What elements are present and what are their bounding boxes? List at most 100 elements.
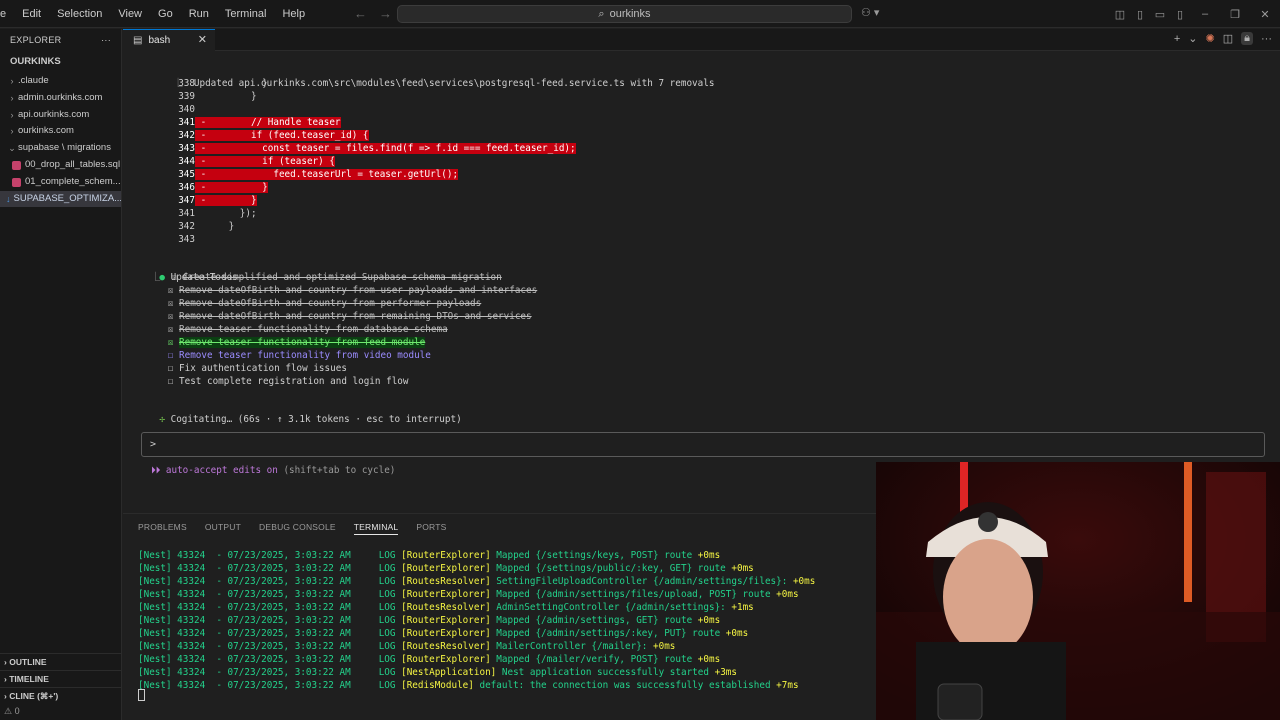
- menu-item[interactable]: View: [110, 0, 150, 28]
- timeline-label: TIMELINE: [9, 674, 49, 684]
- checkbox-empty-icon: ☐: [167, 376, 179, 387]
- outline-label: OUTLINE: [9, 657, 47, 667]
- panel-tab[interactable]: OUTPUT: [205, 522, 241, 535]
- code-line: 341 });: [123, 207, 1263, 220]
- tree-item[interactable]: › .claude: [0, 73, 121, 90]
- split-editor-icon[interactable]: ◫: [1223, 32, 1233, 45]
- panel-tab[interactable]: PORTS: [416, 522, 446, 535]
- new-terminal-icon[interactable]: +: [1174, 33, 1180, 45]
- log-prefix: [Nest] 43324 - 07/23/2025, 3:03:22 AM: [138, 550, 351, 561]
- log-line: [Nest] 43324 - 07/23/2025, 3:03:22 AM LO…: [138, 653, 898, 666]
- forward-arrow-icon[interactable]: →: [379, 6, 392, 21]
- code-text: }: [217, 78, 268, 89]
- todo-indent: [151, 350, 168, 361]
- log-line: [Nest] 43324 - 07/23/2025, 3:03:22 AM LO…: [138, 562, 898, 575]
- menu-item[interactable]: e: [0, 0, 14, 28]
- lock-icon[interactable]: 🔒︎: [1241, 32, 1253, 45]
- tree-item-label: SUPABASE_OPTIMIZA...: [13, 192, 122, 204]
- history-nav: ← →: [354, 6, 392, 21]
- sql-file-icon: [12, 160, 21, 170]
- tree-item[interactable]: › ourkinks.com: [0, 123, 121, 140]
- todo-item: ☐ Test complete registration and login f…: [151, 375, 1280, 388]
- menu-item[interactable]: Selection: [49, 0, 110, 28]
- copilot-icon[interactable]: ⚇ ▾: [861, 6, 879, 19]
- prompt-input[interactable]: >: [141, 432, 1265, 457]
- log-timing: +0ms: [697, 550, 721, 561]
- file-tree: › .claude › admin.ourkinks.com › api.ourkinks…: [0, 73, 122, 208]
- more-icon[interactable]: ···: [1261, 33, 1272, 45]
- command-center-search[interactable]: ⌕ ourkinks: [397, 5, 852, 23]
- tree-item[interactable]: ⌄ supabase \ migrations: [0, 140, 121, 157]
- log-context: [RouterExplorer]: [401, 589, 491, 600]
- chevron-right-icon: ›: [10, 109, 14, 120]
- outline-section[interactable]: › OUTLINE: [0, 653, 122, 670]
- tree-item-label: .claude: [18, 75, 49, 86]
- menu-item[interactable]: Terminal: [217, 0, 275, 28]
- code-text: }: [217, 182, 268, 193]
- todo-item: ☒ Remove teaser functionality from datab…: [151, 323, 1280, 336]
- log-level: LOG: [378, 615, 396, 626]
- todo-item: ☒ Remove dateOfBirth and country from re…: [151, 310, 1280, 323]
- timeline-section[interactable]: › TIMELINE: [0, 670, 122, 687]
- log-timing: +1ms: [731, 602, 754, 613]
- minimize-button[interactable]: –: [1190, 8, 1220, 20]
- explorer-title: EXPLORER: [10, 35, 62, 45]
- tree-item[interactable]: 01_complete_schem...: [0, 174, 121, 191]
- restore-button[interactable]: ❐: [1220, 8, 1250, 21]
- chevron-right-icon: ›: [10, 92, 14, 103]
- toggle-secondary-sidebar-icon[interactable]: ▯: [1170, 8, 1190, 21]
- auto-accept-text: ⏵⏵ auto-accept edits on: [151, 465, 278, 476]
- log-context: [RedisModule]: [401, 680, 474, 691]
- tree-item[interactable]: › api.ourkinks.com: [0, 107, 121, 124]
- log-line: [Nest] 43324 - 07/23/2025, 3:03:22 AM LO…: [138, 666, 898, 679]
- code-line: 345 - feed.teaserUrl = teaser.getUrl();: [123, 168, 1263, 181]
- todo-indent: ⎿: [151, 272, 172, 283]
- log-message: Mapped {/settings/keys, POST} route: [496, 550, 693, 561]
- log-line: [Nest] 43324 - 07/23/2025, 3:03:22 AM LO…: [138, 588, 898, 601]
- menu-item[interactable]: Help: [274, 0, 313, 28]
- log-message: Nest application successfully started: [501, 667, 709, 678]
- menu-item[interactable]: Edit: [14, 0, 49, 28]
- chevron-down-icon[interactable]: ⌄: [1188, 32, 1197, 45]
- auto-accept-status: ⏵⏵ auto-accept edits on (shift+tab to cy…: [151, 465, 395, 476]
- line-number: 339: [178, 91, 195, 102]
- claude-icon[interactable]: ✺: [1206, 32, 1215, 45]
- todo-item: ☐ Remove teaser functionality from video…: [151, 349, 1280, 362]
- cogitating-line: ✢ Cogitating… (66s · ↑ 3.1k tokens · esc…: [137, 400, 1277, 425]
- layout-toggle-icon[interactable]: ◫: [1110, 8, 1130, 21]
- panel-tab[interactable]: PROBLEMS: [138, 522, 187, 535]
- chevron-right-icon: ›: [10, 76, 14, 86]
- more-actions-icon[interactable]: ···: [101, 35, 111, 45]
- log-level: LOG: [378, 667, 396, 678]
- editor-tab-bar: ▤ bash ✕ + ⌄ ✺ ◫ 🔒︎ ···: [123, 29, 1280, 51]
- toggle-sidebar-icon[interactable]: ▯: [1130, 8, 1150, 21]
- problems-status[interactable]: ⚠ 0: [4, 706, 20, 717]
- panel-tab[interactable]: DEBUG CONSOLE: [259, 522, 336, 535]
- todo-item: ☒ Remove dateOfBirth and country from pe…: [151, 297, 1280, 310]
- log-level: LOG: [378, 641, 396, 652]
- panel-tab[interactable]: TERMINAL: [353, 522, 399, 535]
- tree-item-label: api.ourkinks.com: [18, 108, 90, 120]
- tree-item[interactable]: ↓ SUPABASE_OPTIMIZA...: [0, 190, 122, 208]
- terminal-icon: ▤: [133, 35, 143, 46]
- close-window-button[interactable]: ✕: [1250, 8, 1280, 21]
- todo-item: ☒ Remove teaser functionality from feed …: [151, 336, 1280, 349]
- cline-section[interactable]: › CLINE (⌘+'): [0, 687, 122, 704]
- line-gutter: [195, 104, 217, 115]
- tree-item[interactable]: 00_drop_all_tables.sql: [0, 157, 121, 174]
- toggle-panel-icon[interactable]: ▭: [1150, 8, 1170, 21]
- log-prefix: [Nest] 43324 - 07/23/2025, 3:03:22 AM: [138, 628, 351, 639]
- close-tab-icon[interactable]: ✕: [198, 33, 207, 46]
- menu-item[interactable]: Run: [181, 0, 217, 28]
- workspace-root[interactable]: OURKINKS: [0, 51, 121, 73]
- search-icon: ⌕: [598, 7, 605, 20]
- checkbox-empty-icon: ☐: [167, 350, 179, 361]
- log-timing: +0ms: [792, 576, 816, 587]
- tab-bash[interactable]: ▤ bash ✕: [123, 29, 215, 51]
- log-level: LOG: [378, 589, 396, 600]
- tree-item[interactable]: › admin.ourkinks.com: [0, 90, 121, 107]
- back-arrow-icon[interactable]: ←: [354, 6, 367, 21]
- search-text: ourkinks: [609, 8, 651, 20]
- line-number: 341: [178, 117, 195, 128]
- menu-item[interactable]: Go: [150, 0, 181, 28]
